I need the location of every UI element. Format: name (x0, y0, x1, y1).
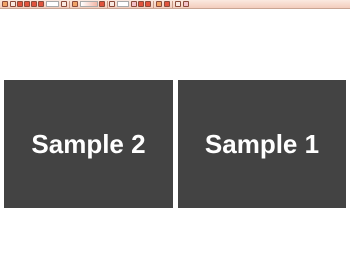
next-page-icon[interactable] (31, 1, 37, 7)
last-page-icon[interactable] (38, 1, 44, 7)
view-mode-select[interactable] (117, 1, 129, 7)
toolbar-separator (153, 1, 154, 8)
slide-panel-left[interactable]: Sample 2 (4, 80, 173, 208)
single-page-icon[interactable] (138, 1, 144, 7)
toolbar-separator (107, 1, 108, 8)
thumbnail-icon[interactable] (131, 1, 137, 7)
toolbar (0, 0, 350, 9)
slide-panel-right[interactable]: Sample 1 (178, 80, 346, 208)
toolbar-menu-icon[interactable] (2, 1, 8, 7)
two-page-icon[interactable] (145, 1, 151, 7)
fit-icon[interactable] (109, 1, 115, 7)
fit-page-icon[interactable] (164, 1, 170, 7)
slide-title: Sample 1 (204, 128, 320, 159)
page-number-field[interactable] (46, 1, 59, 7)
settings-icon[interactable] (175, 1, 181, 7)
zoom-out-icon[interactable] (72, 1, 78, 7)
fit-width-icon[interactable] (156, 1, 162, 7)
info-icon[interactable] (183, 1, 189, 7)
previous-page-icon[interactable] (24, 1, 30, 7)
open-file-icon[interactable] (10, 1, 16, 7)
first-page-icon[interactable] (17, 1, 23, 7)
zoom-slider[interactable] (80, 1, 98, 7)
toolbar-separator (69, 1, 70, 8)
page-count-icon (61, 1, 67, 7)
toolbar-separator (172, 1, 173, 8)
slide-title: Sample 2 (31, 128, 146, 159)
zoom-in-icon[interactable] (99, 1, 105, 7)
